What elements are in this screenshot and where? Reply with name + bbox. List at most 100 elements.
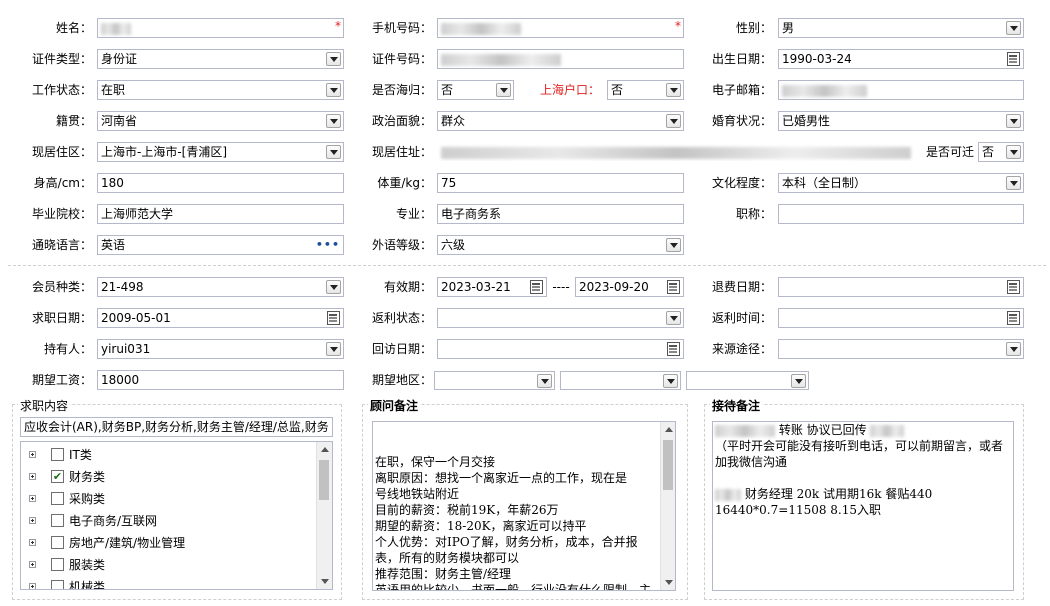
address-label: 现居住址： [371, 145, 432, 159]
list-item[interactable]: 服装类 [25, 554, 315, 576]
job-date-input[interactable]: 2009-05-01 [97, 308, 344, 328]
category-checkbox[interactable] [51, 580, 64, 589]
source-select[interactable] [778, 339, 1024, 359]
gender-select[interactable]: 男 [778, 18, 1024, 38]
chevron-down-icon[interactable] [326, 145, 341, 159]
hukou-select[interactable]: 否 [607, 80, 684, 100]
area-district-select[interactable] [686, 371, 809, 390]
list-item[interactable]: ✔ 财务类 [25, 466, 315, 488]
chevron-down-icon[interactable] [326, 83, 341, 97]
chevron-down-icon[interactable] [326, 114, 341, 128]
salary-input[interactable]: 18000 [97, 370, 344, 390]
holder-select[interactable]: yirui031 [97, 339, 344, 359]
birth-date-input[interactable]: 1990-03-24 [778, 49, 1024, 69]
calendar-icon[interactable] [1007, 311, 1020, 325]
list-item[interactable]: 电子商务/互联网 [25, 510, 315, 532]
notes-scrollbar[interactable] [660, 422, 675, 590]
refund-date-input[interactable] [778, 277, 1024, 297]
native-place-select[interactable]: 河南省 [97, 111, 344, 131]
chevron-down-icon[interactable] [666, 83, 681, 97]
name-input[interactable]: * [97, 18, 344, 38]
scroll-up-icon[interactable] [665, 427, 673, 432]
chevron-down-icon[interactable] [666, 311, 681, 325]
list-item[interactable]: IT类 [25, 444, 315, 466]
height-input[interactable]: 180 [97, 173, 344, 193]
expand-icon[interactable] [29, 517, 36, 524]
category-checkbox[interactable] [51, 536, 64, 549]
expand-icon[interactable] [29, 583, 36, 589]
weight-input[interactable]: 75 [437, 173, 684, 193]
rebate-status-select[interactable] [437, 308, 684, 328]
political-select[interactable]: 群众 [437, 111, 684, 131]
chevron-down-icon[interactable] [1006, 342, 1021, 356]
major-input[interactable]: 电子商务系 [437, 204, 684, 224]
lang-level-select[interactable]: 六级 [437, 235, 684, 255]
chevron-down-icon[interactable] [1006, 145, 1021, 159]
address-input[interactable] [437, 142, 915, 162]
chevron-down-icon[interactable] [666, 114, 681, 128]
chevron-down-icon[interactable] [1006, 114, 1021, 128]
residence-area-select[interactable]: 上海市-上海市-[青浦区] [97, 142, 344, 162]
category-tree[interactable]: IT类 ✔ 财务类 采购类 电子商务/互联网 房地产/建筑/物业管理 服装类 机械类 [20, 441, 333, 590]
category-checkbox[interactable] [51, 514, 64, 527]
category-checkbox[interactable] [51, 448, 64, 461]
valid-from-input[interactable]: 2023-03-21 [437, 277, 547, 297]
calendar-icon[interactable] [667, 280, 680, 294]
scroll-down-icon[interactable] [321, 579, 329, 584]
list-item[interactable]: 机械类 [25, 576, 315, 589]
reception-notes-textarea[interactable]: 转账 协议已回传 （平时开会可能没有接听到电话，可以前期留言，或者 加我微信沟通… [712, 421, 1014, 591]
valid-to-input[interactable]: 2023-09-20 [575, 277, 684, 297]
chevron-down-icon[interactable] [326, 52, 341, 66]
calendar-icon[interactable] [530, 280, 543, 294]
chevron-down-icon[interactable] [496, 83, 511, 97]
chevron-down-icon[interactable] [537, 374, 552, 388]
education-select[interactable]: 本科（全日制） [778, 173, 1024, 193]
category-checkbox[interactable] [51, 492, 64, 505]
category-checkbox[interactable] [51, 558, 64, 571]
expand-icon[interactable] [29, 495, 36, 502]
language-input[interactable]: 英语 ••• [97, 235, 344, 255]
scroll-thumb[interactable] [663, 440, 673, 490]
tree-scrollbar[interactable] [316, 442, 332, 589]
required-mark: * [335, 19, 341, 33]
member-type-select[interactable]: 21-498 [97, 277, 344, 297]
expand-icon[interactable] [29, 473, 36, 480]
more-options-icon[interactable]: ••• [316, 239, 340, 250]
overseas-select[interactable]: 否 [437, 80, 514, 100]
area-province-select[interactable] [434, 371, 555, 390]
chevron-down-icon[interactable] [1006, 21, 1021, 35]
chevron-down-icon[interactable] [326, 342, 341, 356]
calendar-icon[interactable] [1007, 52, 1020, 66]
rebate-time-input[interactable] [778, 308, 1024, 328]
chevron-down-icon[interactable] [663, 374, 678, 388]
scroll-up-icon[interactable] [321, 447, 329, 452]
calendar-icon[interactable] [327, 311, 340, 325]
list-item[interactable]: 房地产/建筑/物业管理 [25, 532, 315, 554]
email-input[interactable] [778, 80, 1024, 100]
chevron-down-icon[interactable] [666, 238, 681, 252]
idtype-select[interactable]: 身份证 [97, 49, 344, 69]
expand-icon[interactable] [29, 451, 36, 458]
job-content-summary[interactable]: 应收会计(AR),财务BP,财务分析,财务主管/经理/总监,财务 [20, 417, 333, 437]
idno-input[interactable] [437, 49, 684, 69]
relocate-select[interactable]: 否 [978, 142, 1024, 162]
calendar-icon[interactable] [667, 342, 680, 356]
visit-date-input[interactable] [437, 339, 684, 359]
expand-icon[interactable] [29, 561, 36, 568]
chevron-down-icon[interactable] [791, 374, 806, 388]
calendar-icon[interactable] [1007, 280, 1020, 294]
chevron-down-icon[interactable] [1006, 176, 1021, 190]
category-checkbox[interactable]: ✔ [51, 470, 64, 483]
chevron-down-icon[interactable] [326, 280, 341, 294]
marital-select[interactable]: 已婚男性 [778, 111, 1024, 131]
list-item[interactable]: 采购类 [25, 488, 315, 510]
school-input[interactable]: 上海师范大学 [97, 204, 344, 224]
phone-input[interactable]: * [437, 18, 684, 38]
scroll-thumb[interactable] [319, 460, 329, 500]
consultant-notes-textarea[interactable]: 在职，保守一个月交接 离职原因：想找一个离家近一点的工作，现在是 号线地铁站附近 目前… [372, 421, 676, 591]
area-city-select[interactable] [560, 371, 681, 390]
expand-icon[interactable] [29, 539, 36, 546]
work-status-select[interactable]: 在职 [97, 80, 344, 100]
title-input[interactable] [778, 204, 1024, 224]
scroll-down-icon[interactable] [665, 580, 673, 585]
